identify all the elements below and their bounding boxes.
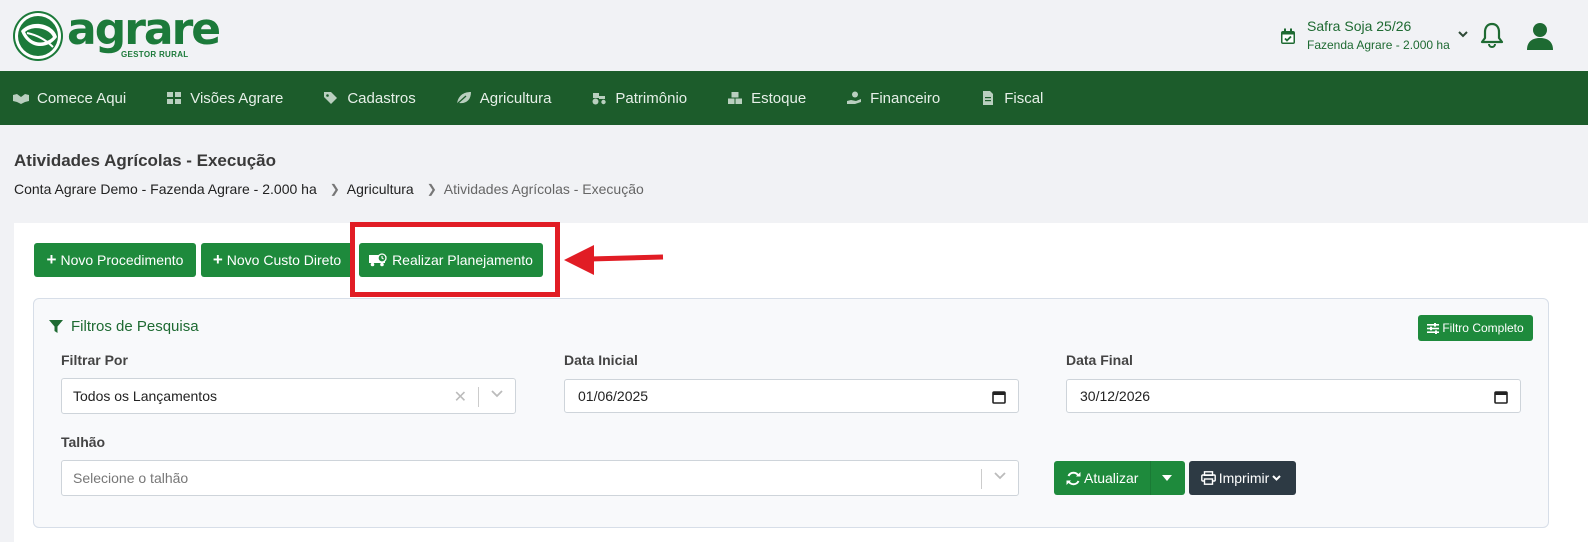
filtrar-por-value: Todos os Lançamentos: [73, 388, 217, 404]
season-farm: Fazenda Agrare - 2.000 ha: [1307, 38, 1450, 52]
sliders-icon: [1427, 322, 1440, 334]
talhao-label: Talhão: [61, 434, 106, 450]
talhao-placeholder: Selecione o talhão: [73, 470, 189, 486]
novo-custo-direto-button[interactable]: + Novo Custo Direto: [201, 243, 353, 277]
nav-cadastros[interactable]: Cadastros: [323, 71, 416, 125]
calendar-icon[interactable]: [992, 390, 1006, 404]
annotation-arrow-icon: [564, 245, 664, 275]
data-final-input[interactable]: 30/12/2026: [1066, 379, 1521, 413]
filter-icon: [49, 319, 63, 333]
filtrar-por-select[interactable]: Todos os Lançamentos ✕: [61, 378, 516, 414]
brand-name: agrare: [67, 4, 221, 55]
top-header: agrare GESTOR RURAL Safra Soja 25/26 Faz…: [0, 0, 1588, 71]
tractor-icon: [592, 93, 607, 105]
user-avatar-icon[interactable]: [1526, 22, 1554, 50]
chevron-right-icon: ❯: [426, 182, 437, 196]
nav-label: Agricultura: [479, 89, 552, 107]
nav-label: Estoque: [751, 89, 807, 107]
chevron-down-icon: [1272, 475, 1281, 481]
page-title: Atividades Agrícolas - Execução: [14, 151, 277, 170]
filters-title: Filtros de Pesquisa: [49, 318, 199, 335]
breadcrumb-item-current: Atividades Agrícolas - Execução: [443, 181, 644, 197]
nav-label: Financeiro: [870, 89, 941, 107]
select-divider: [478, 387, 479, 407]
dashboard-icon: [167, 92, 182, 104]
printer-icon: [1200, 471, 1216, 485]
split-divider: [1150, 461, 1151, 495]
main-nav: Comece Aqui Visões Agrare Cadastros Agri…: [0, 71, 1588, 125]
clear-icon[interactable]: ✕: [454, 387, 467, 407]
chevron-down-icon: [994, 472, 1006, 480]
season-title: Safra Soja 25/26: [1307, 18, 1412, 34]
highlight-box: [350, 222, 560, 297]
season-selector[interactable]: Safra Soja 25/26 Fazenda Agrare - 2.000 …: [1280, 18, 1468, 55]
nav-estoque[interactable]: Estoque: [727, 71, 806, 125]
imprimir-button[interactable]: Imprimir: [1189, 461, 1296, 495]
data-final-label: Data Final: [1066, 352, 1133, 368]
leaf-icon: [456, 92, 471, 105]
calendar-icon[interactable]: [1494, 390, 1508, 404]
plus-icon: +: [212, 250, 223, 269]
breadcrumb: Conta Agrare Demo - Fazenda Agrare - 2.0…: [14, 181, 644, 197]
leaf-logo-icon: [13, 11, 63, 61]
button-label: Novo Procedimento: [60, 252, 184, 268]
nav-comece-aqui[interactable]: Comece Aqui: [13, 71, 126, 125]
agrare-logo[interactable]: agrare GESTOR RURAL: [13, 4, 221, 62]
brand-subtitle: GESTOR RURAL: [121, 50, 189, 59]
nav-label: Fiscal: [1004, 89, 1044, 107]
novo-procedimento-button[interactable]: + Novo Procedimento: [34, 243, 196, 277]
calendar-check-icon: [1281, 28, 1295, 44]
refresh-icon: [1066, 471, 1081, 485]
nav-label: Visões Agrare: [190, 89, 284, 107]
button-label: Atualizar: [1084, 470, 1139, 486]
nav-fiscal[interactable]: Fiscal: [980, 71, 1043, 125]
data-final-value: 30/12/2026: [1080, 388, 1151, 404]
nav-label: Patrimônio: [615, 89, 688, 107]
breadcrumb-item-agricultura[interactable]: Agricultura: [347, 181, 414, 197]
button-label: Novo Custo Direto: [226, 252, 342, 268]
nav-visoes-agrare[interactable]: Visões Agrare: [166, 71, 283, 125]
chevron-down-icon: [491, 390, 503, 398]
chevron-right-icon: ❯: [329, 182, 340, 196]
data-inicial-input[interactable]: 01/06/2025: [564, 379, 1019, 413]
caret-down-icon[interactable]: [1162, 475, 1172, 481]
nav-financeiro[interactable]: Financeiro: [846, 71, 940, 125]
atualizar-button[interactable]: Atualizar: [1054, 461, 1185, 495]
chevron-down-icon: [1458, 31, 1468, 38]
plus-icon: +: [46, 250, 57, 269]
filtrar-por-label: Filtrar Por: [61, 352, 128, 368]
bell-icon[interactable]: [1480, 22, 1504, 48]
hand-coin-icon: [847, 91, 862, 104]
boxes-icon: [728, 92, 743, 104]
filtro-completo-button[interactable]: Filtro Completo: [1418, 315, 1533, 341]
nav-label: Cadastros: [347, 89, 416, 107]
filters-title-label: Filtros de Pesquisa: [71, 318, 199, 335]
button-label: Imprimir: [1218, 470, 1270, 486]
nav-agricultura[interactable]: Agricultura: [456, 71, 552, 125]
button-label: Filtro Completo: [1442, 321, 1524, 335]
talhao-select[interactable]: Selecione o talhão: [61, 460, 1019, 496]
data-inicial-value: 01/06/2025: [578, 388, 649, 404]
handshake-icon: [13, 94, 29, 104]
select-divider: [981, 469, 982, 489]
nav-patrimonio[interactable]: Patrimônio: [591, 71, 687, 125]
data-inicial-label: Data Inicial: [564, 352, 638, 368]
breadcrumb-item-account[interactable]: Conta Agrare Demo - Fazenda Agrare - 2.0…: [14, 181, 317, 197]
file-invoice-icon: [983, 91, 994, 105]
nav-label: Comece Aqui: [37, 89, 127, 107]
tags-icon: [324, 92, 338, 104]
